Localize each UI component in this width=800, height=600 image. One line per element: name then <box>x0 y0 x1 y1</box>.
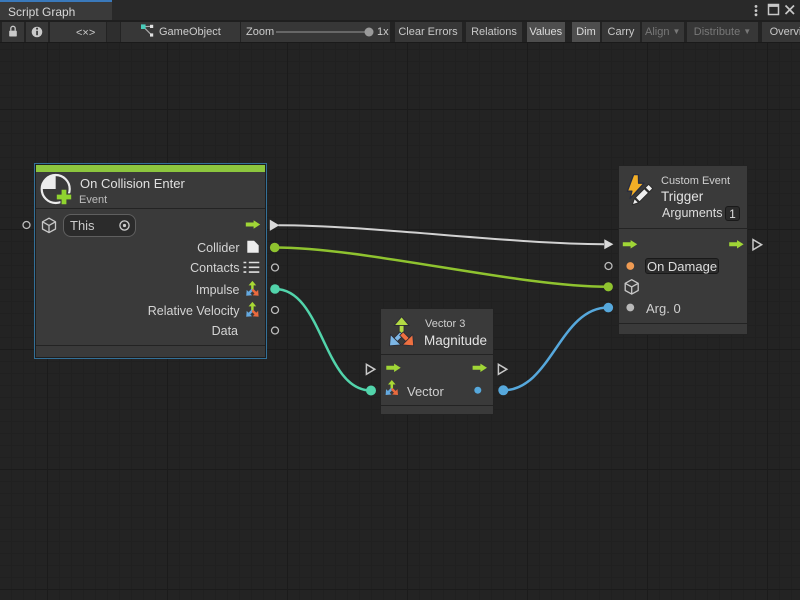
svg-text:<×>: <×> <box>76 27 95 39</box>
